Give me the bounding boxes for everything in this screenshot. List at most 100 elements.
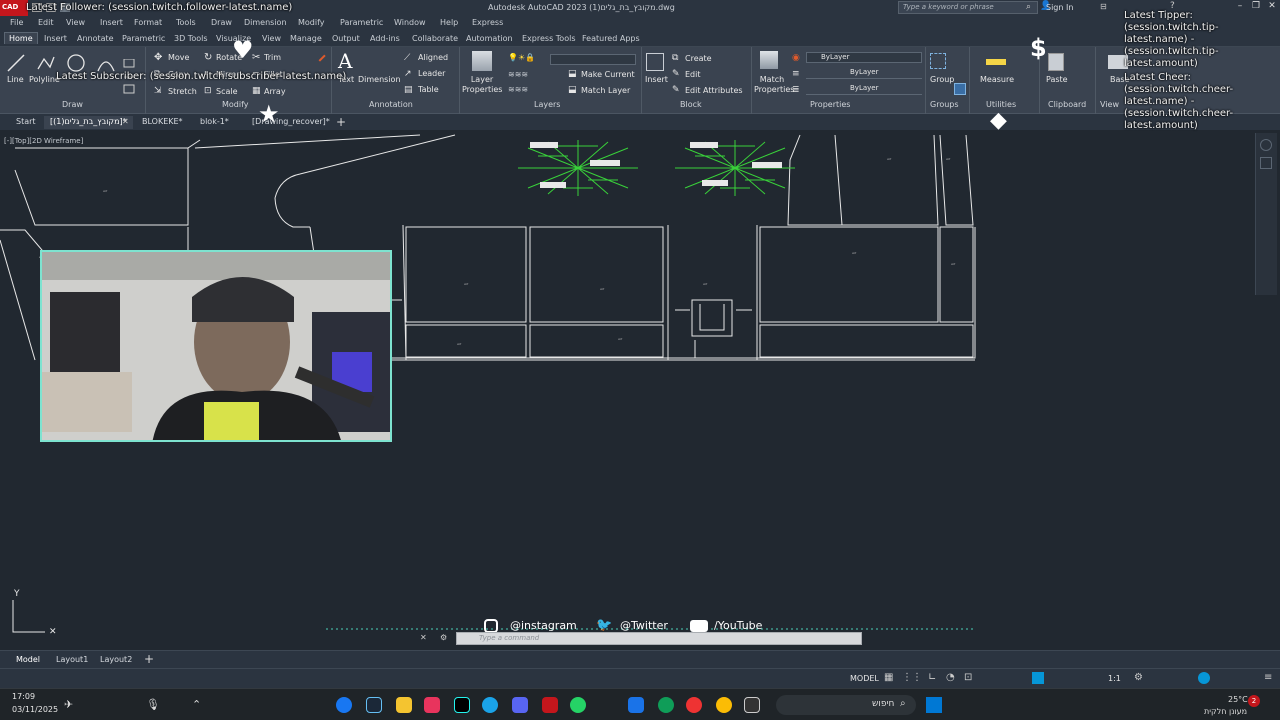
taskbar-clock-date[interactable]: 03/11/2025: [12, 705, 58, 714]
arc-icon[interactable]: [96, 53, 116, 73]
tab-model[interactable]: Model: [16, 655, 40, 664]
file-tab-start[interactable]: Start: [10, 116, 42, 129]
isolate-icon[interactable]: [1198, 672, 1210, 684]
menu-insert[interactable]: Insert: [100, 18, 123, 27]
layer-tools2-icon[interactable]: ≋≋≋: [508, 85, 528, 94]
whatsapp-icon[interactable]: [570, 697, 586, 713]
paste-icon[interactable]: [1048, 53, 1064, 71]
tab-featured-apps[interactable]: Featured Apps: [582, 34, 640, 43]
menu-dimension[interactable]: Dimension: [244, 18, 287, 27]
tab-insert[interactable]: Insert: [44, 34, 67, 43]
create-block-button[interactable]: Create: [685, 54, 712, 63]
search-icon[interactable]: ⌕: [1026, 2, 1031, 12]
line-button[interactable]: Line: [7, 75, 24, 84]
windows-start-icon[interactable]: [926, 697, 942, 713]
layer-properties-button[interactable]: Layer Properties: [462, 75, 502, 95]
erase-icon[interactable]: [314, 50, 326, 62]
app-pink-icon[interactable]: [424, 697, 440, 713]
edge-icon[interactable]: [658, 697, 674, 713]
group-select-icon[interactable]: [954, 83, 966, 95]
stretch-icon[interactable]: ⇲: [154, 86, 162, 96]
menu-draw[interactable]: Draw: [211, 18, 232, 27]
new-tab-icon[interactable]: +: [336, 115, 346, 129]
edit-attributes-icon[interactable]: ✎: [672, 85, 680, 95]
pan-icon[interactable]: [1260, 157, 1272, 169]
lineweight-icon[interactable]: ≡: [792, 69, 800, 79]
tab-collaborate[interactable]: Collaborate: [412, 34, 458, 43]
insert-block-button[interactable]: Insert: [645, 75, 668, 84]
chevron-up-icon[interactable]: ⌃: [192, 698, 201, 711]
tab-3d-tools[interactable]: 3D Tools: [174, 34, 208, 43]
tab-express-tools[interactable]: Express Tools: [522, 34, 576, 43]
group-button[interactable]: Group: [930, 75, 954, 84]
taskbar-search[interactable]: חיפוש ⌕: [776, 695, 916, 715]
workspace-gear-icon[interactable]: ⚙: [1134, 672, 1143, 683]
app-logo[interactable]: CAD: [0, 0, 28, 16]
tab-automation[interactable]: Automation: [466, 34, 513, 43]
command-input[interactable]: Type a command: [456, 632, 862, 645]
annotation-scale[interactable]: 1:1: [1108, 674, 1121, 683]
groups-panel-title[interactable]: Groups: [930, 100, 959, 109]
file-tab-current[interactable]: [מקובץ_בת_גלים(1)]*: [44, 116, 133, 129]
layers-panel-title[interactable]: Layers: [534, 100, 560, 109]
sign-in-button[interactable]: Sign In: [1046, 3, 1073, 12]
help-search-input[interactable]: Type a keyword or phrase: [898, 1, 1038, 14]
ortho-icon[interactable]: ∟: [928, 672, 936, 683]
osnap-icon[interactable]: ⊡: [964, 672, 972, 683]
menu-modify[interactable]: Modify: [298, 18, 325, 27]
tab-parametric[interactable]: Parametric: [122, 34, 165, 43]
measure-button[interactable]: Measure: [980, 75, 1014, 84]
file-tab-blok-1[interactable]: blok-1*: [194, 116, 235, 129]
customize-icon[interactable]: ≡: [1264, 672, 1272, 683]
menu-view[interactable]: View: [66, 18, 85, 27]
circle-icon[interactable]: [66, 53, 86, 73]
add-layout-icon[interactable]: +: [144, 652, 154, 666]
polar-icon[interactable]: ◔: [946, 672, 955, 683]
edit-block-icon[interactable]: ✎: [672, 69, 680, 79]
menu-window[interactable]: Window: [394, 18, 426, 27]
app-blue-icon[interactable]: [482, 697, 498, 713]
table-icon[interactable]: ▤: [404, 85, 413, 95]
menu-edit[interactable]: Edit: [38, 18, 54, 27]
mic-icon[interactable]: 🎙: [146, 698, 160, 711]
close-icon[interactable]: ✕: [1264, 1, 1280, 14]
drone-icon[interactable]: ✈: [64, 698, 73, 711]
menu-parametric[interactable]: Parametric: [340, 18, 383, 27]
tab-view[interactable]: View: [262, 34, 281, 43]
menu-file[interactable]: File: [10, 18, 23, 27]
steering-wheel-icon[interactable]: [1260, 139, 1272, 151]
notification-badge[interactable]: 2: [1248, 695, 1260, 707]
linetype-icon[interactable]: ≣: [792, 85, 800, 95]
move-button[interactable]: Move: [168, 53, 189, 62]
command-settings-icon[interactable]: ⚙: [440, 633, 447, 642]
viewport-controls[interactable]: [-][Top][2D Wireframe]: [4, 137, 83, 145]
cart-icon[interactable]: ⊟: [1100, 2, 1107, 11]
menu-format[interactable]: Format: [134, 18, 162, 27]
clipboard-panel-title[interactable]: Clipboard: [1048, 100, 1086, 109]
text-icon[interactable]: A: [338, 49, 352, 73]
match-layer-button[interactable]: Match Layer: [581, 86, 630, 95]
move-icon[interactable]: ✥: [154, 52, 162, 63]
aligned-icon[interactable]: ⟋: [404, 53, 410, 63]
match-properties-button[interactable]: Match Properties: [754, 75, 794, 95]
layer-state-icon[interactable]: 💡☀🔒: [508, 53, 535, 62]
tab-output[interactable]: Output: [332, 34, 360, 43]
edit-block-button[interactable]: Edit: [685, 70, 701, 79]
draw-small-tools-icon[interactable]: [122, 59, 140, 119]
insert-block-icon[interactable]: [646, 53, 664, 71]
color-wheel-icon[interactable]: ◉: [792, 53, 800, 63]
layer-dropdown[interactable]: [550, 54, 636, 65]
modify-panel-title[interactable]: Modify: [222, 100, 249, 109]
weather-temp[interactable]: 25°C: [1228, 695, 1248, 704]
aligned-button[interactable]: Aligned: [418, 53, 448, 62]
rotate-icon[interactable]: ↻: [204, 52, 212, 63]
file-tab-blokeke[interactable]: BLOKEKE*: [136, 116, 189, 129]
scale-button[interactable]: Scale: [216, 87, 238, 96]
snap-icon[interactable]: ⋮⋮: [902, 672, 922, 683]
scale-icon[interactable]: ⊡: [204, 86, 212, 96]
steam-icon[interactable]: [366, 697, 382, 713]
block-panel-title[interactable]: Block: [680, 100, 702, 109]
tiktok-icon[interactable]: [454, 697, 470, 713]
linetype-dropdown[interactable]: ByLayer: [806, 84, 922, 95]
make-current-button[interactable]: Make Current: [581, 70, 635, 79]
